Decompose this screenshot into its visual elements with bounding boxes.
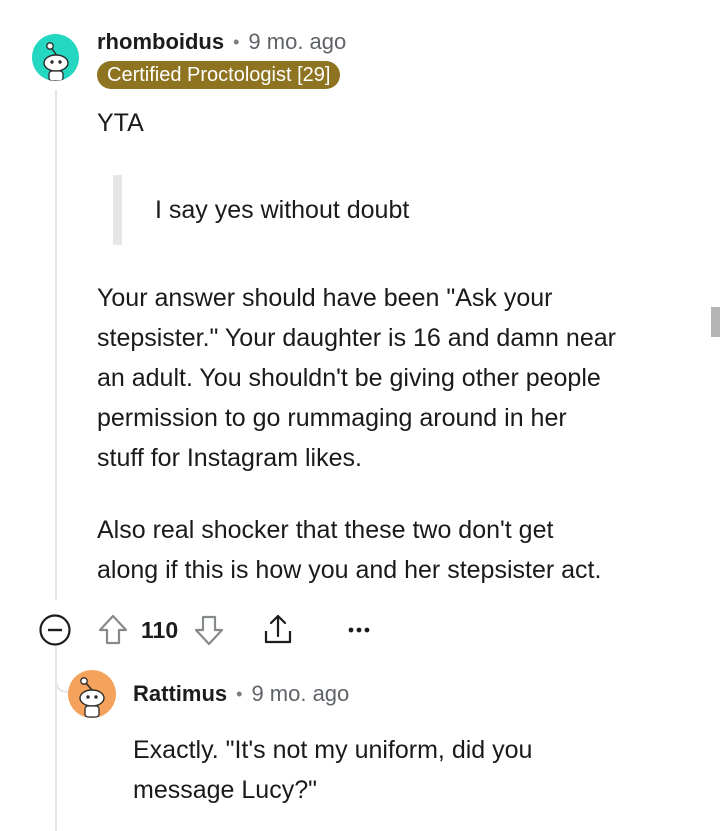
snoo-avatar-icon: [79, 677, 105, 718]
minus-circle-icon[interactable]: [38, 613, 72, 647]
meta-separator: •: [233, 31, 240, 52]
paragraph-line: stuff for Instagram likes.: [97, 444, 362, 472]
reply-timestamp[interactable]: 9 mo. ago: [251, 681, 349, 707]
paragraph-line: stepsister." Your daughter is 16 and dam…: [97, 324, 616, 352]
reply-avatar[interactable]: [68, 670, 116, 718]
snoo-avatar-icon: [43, 42, 69, 81]
blockquote-text: I say yes without doubt: [155, 196, 410, 224]
share-icon[interactable]: [260, 612, 296, 648]
thread-line-main[interactable]: [55, 90, 57, 600]
paragraph-line: along if this is how you and her stepsis…: [97, 556, 602, 584]
blockquote-bar: [113, 175, 122, 245]
comment-verdict: YTA: [97, 109, 144, 137]
timestamp[interactable]: 9 mo. ago: [248, 29, 346, 55]
upvote-arrow-icon[interactable]: [96, 613, 130, 647]
vote-score: 110: [141, 616, 179, 643]
more-dots-icon[interactable]: [346, 620, 372, 640]
reply-meta: Rattimus • 9 mo. ago: [133, 681, 349, 707]
comment-actions: 110: [38, 612, 372, 648]
reply-username[interactable]: Rattimus: [133, 681, 227, 707]
comment-meta: rhomboidus • 9 mo. ago: [97, 29, 346, 55]
paragraph-line: an adult. You shouldn't be giving other …: [97, 364, 601, 392]
username[interactable]: rhomboidus: [97, 29, 224, 55]
reply-body: Exactly. "It's not my uniform, did you m…: [133, 730, 532, 810]
paragraph-line: Also real shocker that these two don't g…: [97, 516, 554, 544]
paragraph-line: permission to go rummaging around in her: [97, 404, 567, 432]
scrollbar-thumb[interactable]: [711, 307, 720, 337]
reply-line: message Lucy?": [133, 776, 317, 804]
downvote-arrow-icon[interactable]: [192, 613, 226, 647]
comment-paragraph-1: Your answer should have been "Ask your s…: [97, 278, 616, 478]
reply-line: Exactly. "It's not my uniform, did you: [133, 736, 533, 764]
avatar[interactable]: [32, 34, 79, 81]
comment-paragraph-2: Also real shocker that these two don't g…: [97, 510, 601, 590]
meta-separator: •: [236, 683, 243, 704]
paragraph-line: Your answer should have been "Ask your: [97, 284, 553, 312]
user-flair: Certified Proctologist [29]: [97, 61, 341, 89]
